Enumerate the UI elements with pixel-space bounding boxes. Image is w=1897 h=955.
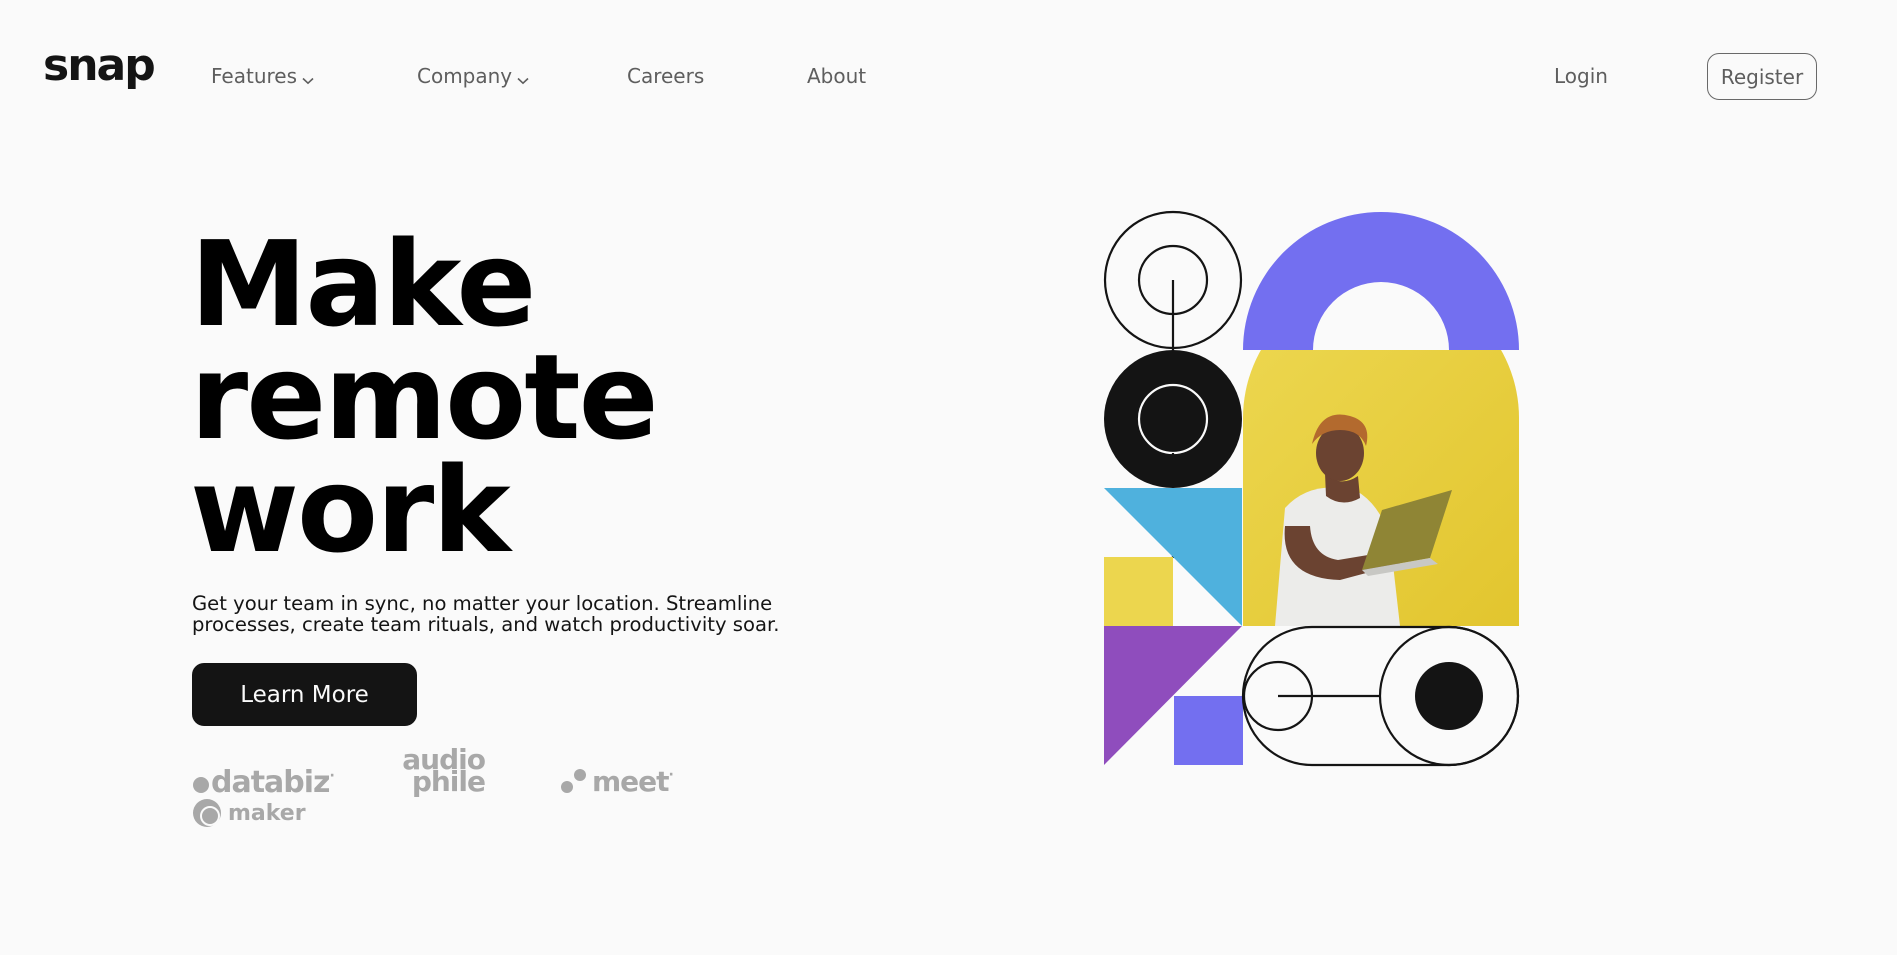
audiophile-text-line-2: phile xyxy=(411,765,486,798)
maker-mark-icon xyxy=(193,799,221,827)
chevron-down-icon xyxy=(517,64,529,92)
purple-arch-shape xyxy=(1243,212,1519,350)
databiz-logo: databiz· xyxy=(192,765,335,800)
learn-more-button[interactable]: Learn More xyxy=(192,663,417,726)
databiz-text: databiz xyxy=(211,765,331,800)
audiophile-logo: audio phile xyxy=(401,746,486,798)
register-button[interactable]: Register xyxy=(1707,53,1817,100)
headline-line-3: work xyxy=(190,441,511,579)
headline-line-2: remote xyxy=(190,328,659,466)
nav-company[interactable]: Company xyxy=(417,62,529,92)
nav-features[interactable]: Features xyxy=(211,62,314,92)
right-black-dot-shape xyxy=(1415,662,1483,730)
nav-features-label: Features xyxy=(211,64,297,88)
hero-headline: Make remote work xyxy=(190,215,659,579)
chevron-down-icon xyxy=(302,64,314,92)
person-photo xyxy=(1243,350,1519,626)
maker-logo: maker xyxy=(192,798,306,828)
nav-about[interactable]: About xyxy=(807,62,866,90)
hero-description: Get your team in sync, no matter your lo… xyxy=(192,592,780,636)
top-navigation: snap Features Company Careers About Logi… xyxy=(0,0,1897,150)
snap-logo[interactable]: snap xyxy=(43,44,156,88)
databiz-mark-icon xyxy=(193,777,209,793)
nav-company-label: Company xyxy=(417,64,513,88)
inner-white-ring-shape xyxy=(1137,383,1209,455)
nav-careers[interactable]: Careers xyxy=(627,62,704,90)
client-logos: databiz· audio phile meet· maker xyxy=(190,745,690,835)
yellow-square-shape xyxy=(1104,557,1173,626)
meet-dots-icon xyxy=(561,769,586,793)
maker-text: maker xyxy=(228,801,306,826)
headline-line-1: Make xyxy=(190,215,536,353)
meet-logo: meet· xyxy=(560,765,674,798)
meet-text: meet xyxy=(592,765,670,798)
hero-illustration xyxy=(1103,210,1520,767)
purple-square-shape xyxy=(1174,696,1243,765)
login-link[interactable]: Login xyxy=(1554,62,1608,90)
